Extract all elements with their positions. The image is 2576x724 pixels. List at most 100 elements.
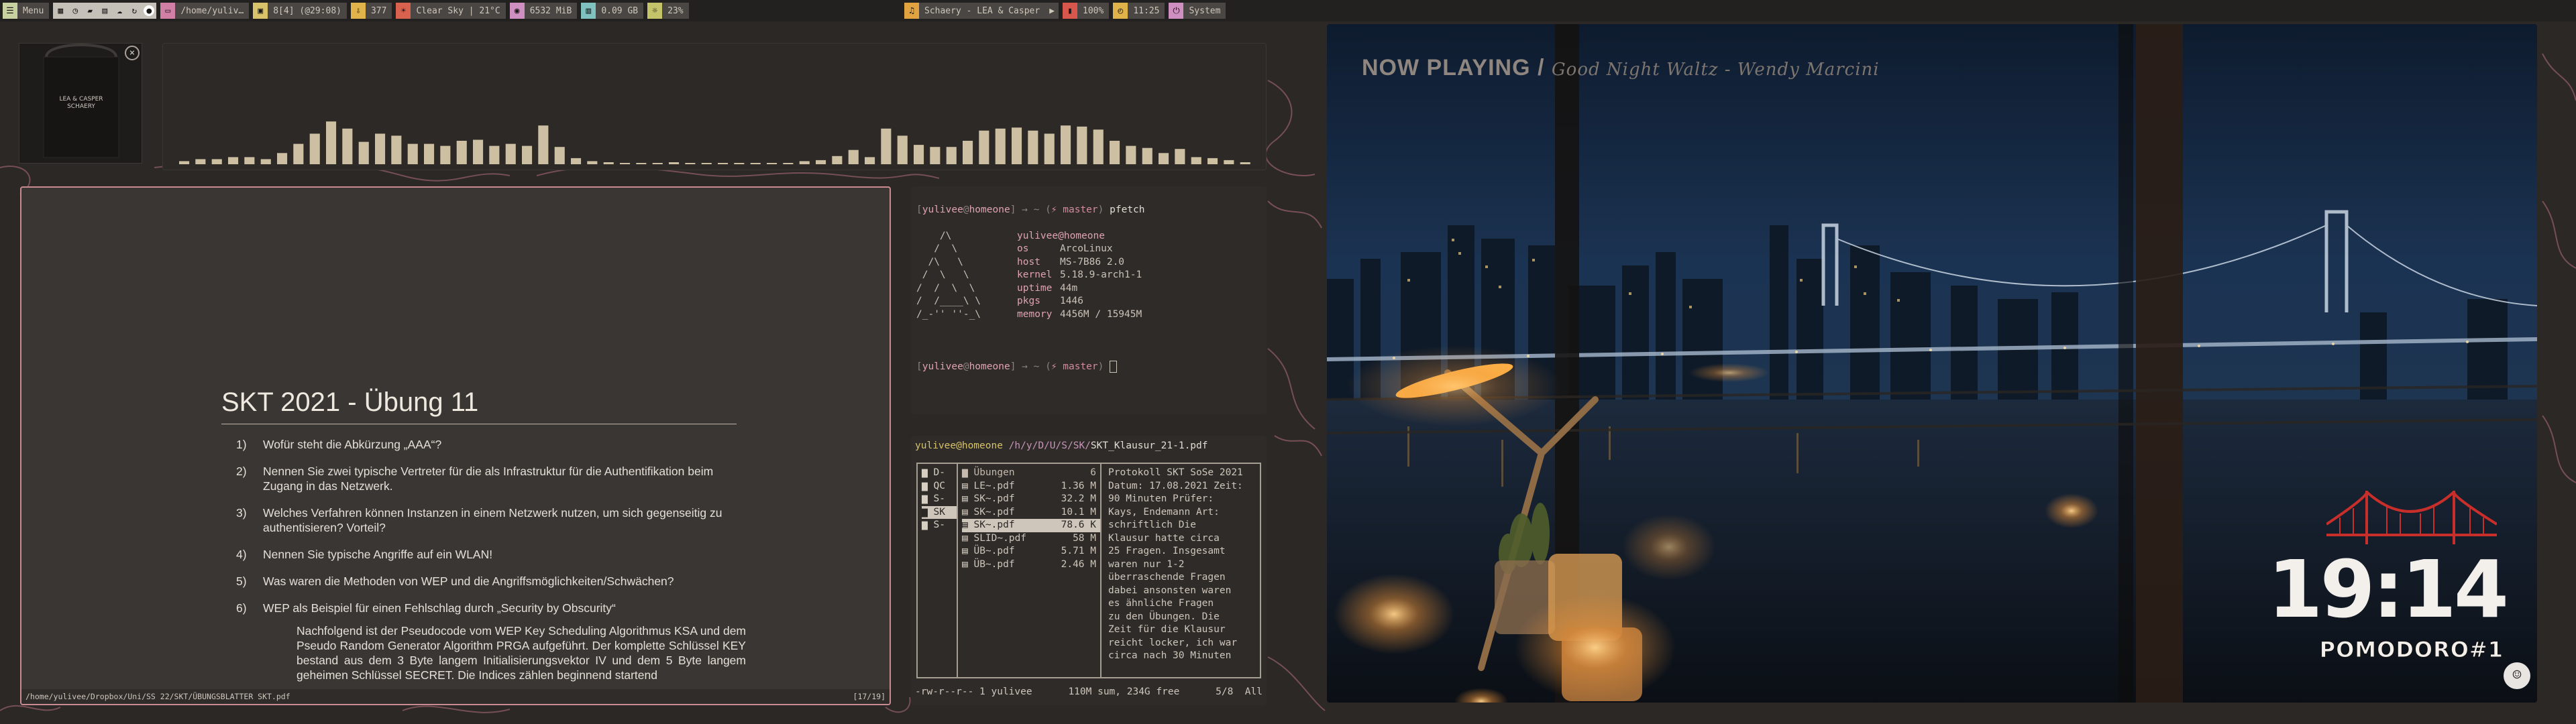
brightness-indicator[interactable]: ☼ 23% — [647, 3, 689, 19]
pfetch-key: host — [1017, 256, 1040, 267]
visualizer-bar — [424, 143, 435, 164]
lf-file-name: SLID~.pdf — [973, 532, 1027, 544]
visualizer-bar — [603, 162, 614, 164]
preview-line: Kays, Endemann Art: — [1108, 506, 1220, 518]
visualizer-bar — [963, 141, 973, 164]
pfetch-value: yulivee@homeone — [1017, 230, 1105, 241]
preview-line: es ähnliche Fragen — [1108, 598, 1214, 609]
ascii-line: / \ \ — [916, 269, 975, 280]
terminal-file-manager[interactable]: yulivee@homeone /h/y/D/U/S/SK/SKT_Klausu… — [911, 436, 1267, 705]
visualizer-bar — [1110, 141, 1120, 164]
preview-line: waren nur 1-2 — [1108, 558, 1185, 570]
clock-icon: ◴ — [1113, 3, 1128, 19]
visualizer-bar — [179, 161, 190, 164]
preview-line: dabei ansonsten waren — [1108, 585, 1232, 596]
pdf-file-icon: ▤ — [962, 546, 974, 556]
launcher-icon-1[interactable]: ▦ — [53, 3, 68, 19]
pdf-statusbar: /home/yulivee/Dropbox/Uni/SS 22/SKT/ÜBUN… — [21, 689, 890, 704]
lf-parent-name: S- — [933, 520, 945, 530]
workspace-path[interactable]: ▭ /home/yuliv… — [160, 3, 250, 19]
visualizer-bar — [1061, 125, 1071, 164]
lf-file-item[interactable]: ▤ LE~.pdf 1.36 M — [962, 480, 1100, 493]
terminal-pfetch[interactable]: [yulivee@homeone] → ~ (⚡ master) pfetch … — [911, 186, 1267, 414]
now-playing-separator: / — [1538, 55, 1545, 80]
lf-file-item[interactable]: ▤ SK~.pdf 10.1 M — [962, 506, 1100, 520]
lf-path: /h/y/D/U/S/SK/ — [1008, 440, 1091, 451]
lf-file-item[interactable]: ▤ SLID~.pdf 58 M — [962, 532, 1100, 546]
clock-indicator[interactable]: ◴ 11:25 — [1113, 3, 1165, 19]
prompt-command: pfetch — [1110, 204, 1145, 215]
updates-indicator[interactable]: ⇩ 377 — [350, 3, 392, 19]
question-paragraph: Nachfolgend ist der Pseudocode vom WEP K… — [297, 624, 746, 682]
lf-file-item[interactable]: ▤ ÜB~.pdf 5.71 M — [962, 545, 1100, 558]
pdf-file-icon: ▤ — [962, 558, 974, 570]
pfetch-key: os — [1017, 243, 1029, 254]
music-indicator[interactable]: ♫ Schaery - LEA & Casper ▶ — [904, 3, 1059, 19]
folder-icon: ▆ — [922, 506, 934, 518]
lf-parent-pane[interactable]: ▆ D- ▆ QC ▆ S- ▆ SK ▆ S- — [918, 464, 958, 677]
pomodoro-counter[interactable]: POMODORO#1 — [2319, 637, 2504, 663]
lf-file-name: SK~.pdf — [973, 506, 1015, 518]
lf-parent-name: SK — [933, 506, 945, 518]
lf-parent-item[interactable]: ▆ D- — [922, 467, 957, 480]
cloud-icon[interactable]: ☁ — [112, 3, 127, 19]
pdf-viewer[interactable]: SKT 2021 - Übung 11 1) Wofür steht die Ab… — [20, 186, 891, 705]
ascii-line: /\ — [916, 230, 975, 241]
play-pause-button[interactable]: ▶ — [1045, 6, 1059, 16]
ascii-line: /\ \ — [916, 256, 975, 267]
visualizer-bar — [816, 160, 826, 164]
menu-button[interactable]: ☰ Menu — [3, 3, 50, 19]
question-item: 4) Nennen Sie typische Angriffe auf ein W… — [236, 547, 746, 562]
refresh-icon[interactable]: ↻ — [127, 3, 142, 19]
folder-icon[interactable]: ▰ — [83, 3, 97, 19]
lf-file-name: SK~.pdf — [973, 493, 1015, 504]
visualizer-bar — [1126, 145, 1136, 164]
cursor — [1110, 360, 1117, 373]
battery-icon: ▮ — [1063, 3, 1078, 19]
close-icon[interactable]: × — [125, 46, 140, 60]
preview-line: Protokoll SKT SoSe 2021 — [1108, 467, 1243, 478]
lf-file-size: 1.36 M — [1061, 480, 1096, 491]
right-status-group: ♫ Schaery - LEA & Casper ▶ ▮ 100% ◴ 11:2… — [900, 3, 1226, 19]
lf-file-size: 10.1 M — [1061, 506, 1096, 518]
launcher-icon-2[interactable]: ◷ — [68, 3, 83, 19]
visualizer-bar — [1093, 129, 1104, 164]
pdf-page: SKT 2021 - Übung 11 1) Wofür steht die Ab… — [169, 188, 753, 690]
lf-parent-item[interactable]: ▆ S- — [922, 519, 957, 532]
ascii-line: /_-'' ''-_\ — [916, 308, 981, 320]
pfetch-row: host MS-7B86 2.0 — [1017, 256, 1142, 269]
weather-label: Clear Sky | 21°C — [416, 5, 500, 16]
lf-parent-item[interactable]: ▆ SK — [922, 505, 957, 519]
time-label: 11:25 — [1133, 5, 1160, 16]
pdf-file-icon: ▤ — [962, 532, 974, 544]
visualizer-bar — [995, 128, 1006, 164]
terminal-icon[interactable]: ▤ — [97, 3, 112, 19]
ascii-line: / /____\ \ — [916, 296, 981, 306]
lf-parent-item[interactable]: ▆ S- — [922, 493, 957, 506]
lf-current-pane[interactable]: ▆ Übungen 6 ▤ LE~.pdf 1.36 M ▤ SK~.pdf 32.2 M… — [959, 464, 1102, 677]
visualizer-bar — [848, 149, 859, 164]
prompt-branch: master — [1063, 361, 1098, 372]
visualizer-bar — [1191, 157, 1201, 164]
preview-line: zu den Übungen. Die — [1108, 611, 1220, 622]
lf-parent-item[interactable]: ▆ QC — [922, 480, 957, 493]
music-icon: ♫ — [904, 3, 919, 19]
lf-file-item[interactable]: ▤ SK~.pdf 78.6 K — [962, 519, 1100, 532]
pdf-file-icon: ▤ — [962, 506, 974, 518]
lf-file-item[interactable]: ▤ ÜB~.pdf 2.46 M — [962, 558, 1100, 572]
folder-icon: ▆ — [922, 467, 934, 478]
github-icon[interactable]: ● — [144, 5, 155, 16]
visualizer-bar — [391, 135, 402, 164]
visualizer-bars — [179, 121, 1250, 164]
question-list: 1) Wofür steht die Abkürzung „AAA“? 2) Nenn… — [236, 437, 746, 682]
visualizer-bar — [554, 147, 565, 164]
folder-icon: ▆ — [922, 520, 934, 530]
lf-file-item[interactable]: ▤ SK~.pdf 32.2 M — [962, 493, 1100, 506]
bridge-icon — [2326, 491, 2497, 544]
visualizer-bar — [832, 156, 843, 164]
assistant-icon[interactable]: ☺ — [2504, 662, 2530, 689]
visualizer-bar — [1077, 126, 1087, 164]
lf-dir-item[interactable]: ▆ Übungen 6 — [962, 467, 1100, 480]
system-button[interactable]: ⏻ System — [1169, 3, 1226, 19]
question-number: 6) — [236, 601, 247, 615]
